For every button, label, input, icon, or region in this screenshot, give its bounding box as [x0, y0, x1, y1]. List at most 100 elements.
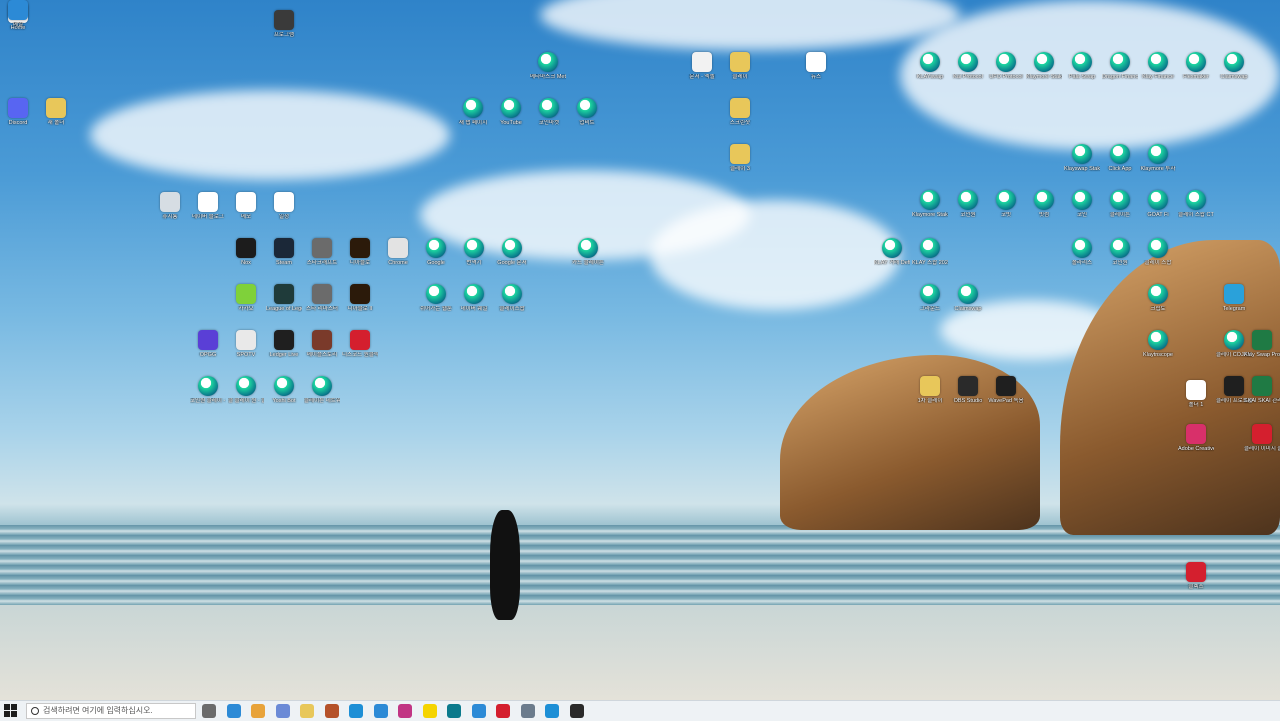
desktop-icon[interactable]: YouTube: [493, 98, 529, 126]
desktop-icon[interactable]: Click App: [1102, 144, 1138, 172]
desktop-icon[interactable]: 일정: [266, 192, 302, 220]
desktop-icon[interactable]: 카카오: [228, 284, 264, 312]
desktop-icon[interactable]: KLAYswap: [912, 52, 948, 80]
desktop-icon[interactable]: Steam: [266, 238, 302, 266]
desktop-icon[interactable]: 스타크래프트: [304, 238, 340, 266]
desktop-icon[interactable]: KLAY 거래 Definix: [874, 238, 910, 266]
search-box[interactable]: 검색하려면 여기에 입력하십시오.: [26, 703, 196, 719]
desktop-icon[interactable]: 뉴스: [798, 52, 834, 80]
desktop-icon[interactable]: WavePad 녹음: [988, 376, 1024, 404]
desktop-icon[interactable]: 스타 리마스터: [304, 284, 340, 312]
desktop-icon[interactable]: 휴지통: [152, 192, 188, 220]
taskbar-obs-icon[interactable]: [569, 704, 584, 718]
desktop-icon[interactable]: 코인원 클레이 - League: [190, 376, 226, 404]
taskbar-klay-icon[interactable]: [447, 704, 461, 718]
desktop-icon[interactable]: Ledger Live: [266, 330, 302, 358]
taskbar-red-app-icon[interactable]: [496, 704, 510, 718]
taskbar-kakao-icon[interactable]: [422, 704, 437, 718]
desktop-icon[interactable]: 디아블로: [342, 238, 378, 266]
desktop-icon[interactable]: 새 탭 페이지: [455, 98, 491, 126]
desktop-icon[interactable]: GOAT Fi: [1140, 190, 1176, 218]
desktop-icon[interactable]: Klaymore 투자: [1140, 144, 1176, 172]
desktop-icon[interactable]: 문서 - 엑셀: [684, 52, 720, 80]
desktop-icon[interactable]: 클레이튼: [1102, 190, 1138, 218]
desktop-icon[interactable]: 클레이 이미지 클레이: [1244, 424, 1280, 452]
desktop-icon[interactable]: Nox: [228, 238, 264, 266]
taskbar-store-icon[interactable]: [226, 704, 241, 718]
taskbar-document-icon[interactable]: [373, 704, 388, 718]
desktop-icon[interactable]: 메모: [228, 192, 264, 220]
desktop-icon[interactable]: 크립토: [1140, 284, 1176, 312]
desktop-icon[interactable]: 업비트: [569, 98, 605, 126]
desktop-icon[interactable]: 클레이튼 네트워크: [304, 376, 340, 404]
desktop-icon[interactable]: 네이버 블로그: [190, 192, 226, 220]
desktop-icon[interactable]: Yoshi Bot: [266, 376, 302, 404]
desktop-icon[interactable]: OPGG: [190, 330, 226, 358]
desktop-icon[interactable]: 메타마스크 Metamask: [530, 52, 566, 80]
taskbar-browser-icon[interactable]: [545, 704, 559, 718]
desktop-icon[interactable]: 클레이 3: [722, 144, 758, 172]
taskbar-chrome-icon[interactable]: [251, 704, 265, 718]
desktop-icon[interactable]: OBS Studio: [950, 376, 986, 404]
desktop-icon[interactable]: 클 클레이 원 - 클레이: [228, 376, 264, 404]
desktop-icon[interactable]: Google: [418, 238, 454, 266]
desktop-icon[interactable]: 디스코드 원클릭: [342, 330, 378, 358]
desktop-icon[interactable]: Claimswap: [950, 284, 986, 312]
desktop-icon[interactable]: 코빗: [988, 190, 1024, 218]
desktop-icon[interactable]: 폴라리스: [1064, 238, 1100, 266]
desktop-icon[interactable]: 클레이스왑: [494, 284, 530, 312]
taskbar-task-view-icon[interactable]: [202, 704, 216, 718]
desktop-icon[interactable]: Klaymore Stakehouse: [912, 190, 948, 218]
desktop-icon[interactable]: 쉬어가는 웹툰: [418, 284, 454, 312]
desktop-icon[interactable]: Klay Finance: [1140, 52, 1176, 80]
desktop-icon[interactable]: 프로그램: [266, 10, 302, 38]
desktop-icon[interactable]: 메일: [0, 0, 36, 28]
desktop-icon[interactable]: Klaymore Stakehouse: [1026, 52, 1062, 80]
desktop-icon[interactable]: 클레이 스왑 CT: [1178, 190, 1214, 218]
desktop-icon[interactable]: 클레이: [722, 52, 758, 80]
desktop-icon[interactable]: Pala Swap: [1064, 52, 1100, 80]
desktop-icon[interactable]: 코인마켓: [531, 98, 567, 126]
taskbar-whale-icon[interactable]: [275, 704, 290, 718]
desktop-icon[interactable]: 디아블로 II: [342, 284, 378, 312]
desktop-icon[interactable]: Klay Swap Protocol: [1244, 330, 1280, 358]
desktop-icon[interactable]: Kai Protocol: [950, 52, 986, 80]
desktop-icon[interactable]: Claimswap: [1216, 52, 1252, 80]
desktop-icon[interactable]: Adobe Creative: [1178, 424, 1214, 452]
desktop-icon[interactable]: 메이플스토리: [304, 330, 340, 358]
taskbar-terminal-icon[interactable]: [324, 704, 339, 718]
desktop-icon[interactable]: 1차 클레이: [912, 376, 948, 404]
desktop-icon[interactable]: 스크린샷: [722, 98, 758, 126]
taskbar-calculator-icon[interactable]: [520, 704, 535, 718]
desktop-icon[interactable]: 코인: [1064, 190, 1100, 218]
desktop-icon[interactable]: 폴더 1: [1178, 380, 1214, 408]
desktop-icon[interactable]: 빗썸: [1026, 190, 1062, 218]
desktop-icon[interactable]: 코인원: [1102, 238, 1138, 266]
taskbar-notepad-icon[interactable]: [471, 704, 486, 718]
desktop-icon[interactable]: Discord: [0, 98, 36, 126]
desktop-icon[interactable]: Klaytnscope: [1140, 330, 1176, 358]
desktop-icon[interactable]: 코인원: [950, 190, 986, 218]
desktop-icon[interactable]: SPOTV: [228, 330, 264, 358]
taskbar-edge-icon[interactable]: [349, 704, 363, 718]
desktop-icon[interactable]: 새 폴더: [38, 98, 74, 126]
start-button[interactable]: [4, 704, 18, 718]
desktop-icon[interactable]: UFO Protocol: [988, 52, 1024, 80]
desktop-icon[interactable]: Flexmaker: [1178, 52, 1214, 80]
desktop-icon[interactable]: SKAI SKAI 관리: [1244, 376, 1280, 404]
desktop-icon[interactable]: KLAY 스왑 2020.09: [912, 238, 948, 266]
desktop-icon[interactable]: Klayswap Stakehouse: [1064, 144, 1100, 172]
desktop-icon[interactable]: 카드 클레이튼: [570, 238, 606, 266]
taskbar-file-explorer-icon[interactable]: [300, 704, 314, 718]
taskbar-instagram-icon[interactable]: [398, 704, 412, 718]
desktop-icon[interactable]: Dragon Finance: [1102, 52, 1138, 80]
desktop-icon[interactable]: Google 문서: [494, 238, 530, 266]
desktop-icon[interactable]: Chrome: [380, 238, 416, 266]
desktop-icon[interactable]: 그라운드: [912, 284, 948, 312]
desktop-icon[interactable]: 클렉스: [1178, 562, 1214, 590]
desktop-icon[interactable]: 네이버 웨일: [456, 284, 492, 312]
desktop-icon[interactable]: 클레이 스왑: [1140, 238, 1176, 266]
desktop-icon[interactable]: 번역기: [456, 238, 492, 266]
desktop-icon[interactable]: League of Legends: [266, 284, 302, 312]
desktop-icon[interactable]: Telegram: [1216, 284, 1252, 312]
